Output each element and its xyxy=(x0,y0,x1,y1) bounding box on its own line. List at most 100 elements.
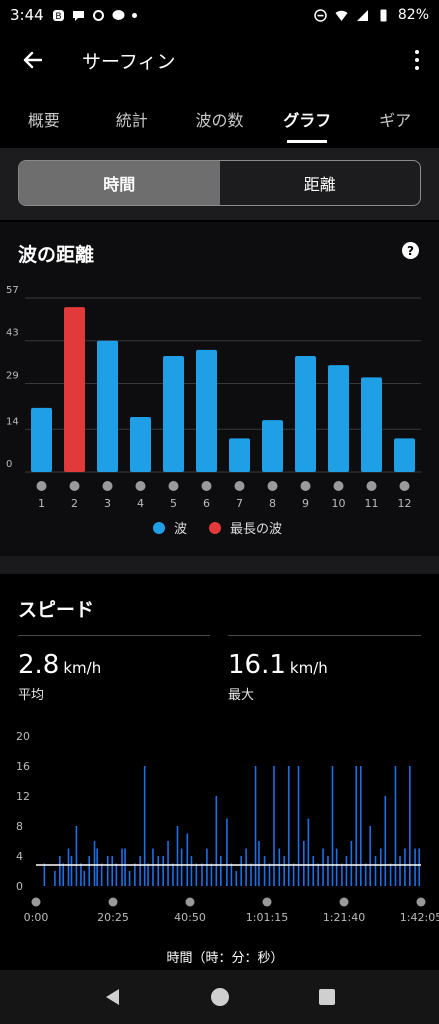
speed-bar xyxy=(303,841,305,886)
wave-distance-chart: 014294357 1 2 3 4 5 6 7 8 9 10 11 12 波 最長の波 xyxy=(6,285,421,537)
wifi-icon xyxy=(335,10,348,21)
status-bar: 3:44 B 82% xyxy=(0,0,439,30)
speed-title: スピード xyxy=(18,599,95,621)
speed-bar xyxy=(287,766,290,886)
x-tick-dot xyxy=(234,481,245,491)
x-tick-dot xyxy=(366,481,377,491)
wave-bar[interactable] xyxy=(361,377,382,472)
wave-bar[interactable] xyxy=(196,349,217,472)
y-tick-label: 57 xyxy=(6,285,19,296)
x-tick-dot xyxy=(36,481,47,491)
x-tick-label: 1:01:15 xyxy=(246,911,288,924)
speed-bar xyxy=(322,848,324,886)
tab-gear[interactable]: ギア xyxy=(351,95,439,143)
speed-bar xyxy=(273,766,275,886)
x-tick-dot xyxy=(333,481,344,491)
wave-bar[interactable] xyxy=(64,307,85,472)
speed-bar xyxy=(215,796,218,886)
x-tick-dot xyxy=(201,481,212,491)
wave-bar[interactable] xyxy=(328,365,349,472)
y-tick-label: 20 xyxy=(16,730,30,743)
x-tick-label: 9 xyxy=(302,497,309,510)
speed-bar xyxy=(394,766,397,886)
x-tick-dot xyxy=(31,897,41,907)
nav-home-icon[interactable] xyxy=(209,986,231,1008)
dot-icon xyxy=(415,50,419,54)
tab-stats[interactable]: 統計 xyxy=(88,95,176,143)
back-button[interactable] xyxy=(0,30,64,90)
y-tick-label: 8 xyxy=(16,820,23,833)
speed-chart: 0 4 8 12 16 20 0:00 20:25 40:50 1:01:15 1:21:40 1:… xyxy=(16,730,439,965)
speed-bar xyxy=(245,848,247,886)
help-icon[interactable]: ? xyxy=(402,242,419,259)
speed-bar xyxy=(350,841,353,886)
speed-bar xyxy=(369,826,372,886)
speed-bar xyxy=(67,848,70,886)
segment-time[interactable]: 時間 xyxy=(19,161,220,205)
x-tick-label: 0:00 xyxy=(24,911,49,924)
speed-bar xyxy=(278,848,281,886)
x-tick-label: 10 xyxy=(332,497,346,510)
wave-distance-title: 波の距離 xyxy=(18,244,95,266)
speed-bar xyxy=(384,796,387,886)
nav-back-icon[interactable] xyxy=(103,987,123,1007)
speed-bar xyxy=(201,863,203,886)
speed-bar xyxy=(312,856,315,886)
x-tick-label: 40:50 xyxy=(174,911,206,924)
x-tick-label: 7 xyxy=(236,497,243,510)
tab-graph[interactable]: グラフ xyxy=(263,95,351,143)
x-tick-label: 11 xyxy=(365,497,379,510)
x-tick-label: 6 xyxy=(203,497,210,510)
legend-wave-swatch xyxy=(153,522,165,534)
svg-text:B: B xyxy=(55,12,61,22)
x-tick-dot xyxy=(399,481,410,491)
y-tick-label: 29 xyxy=(6,370,19,381)
speed-bar xyxy=(162,856,164,886)
speed-bar xyxy=(210,863,213,886)
speed-bar xyxy=(355,766,358,886)
wave-bar[interactable] xyxy=(31,407,52,472)
speed-bar xyxy=(235,871,238,886)
wave-bar[interactable] xyxy=(394,438,415,472)
speed-bar xyxy=(180,848,183,886)
wave-bar[interactable] xyxy=(163,356,184,472)
speed-bar xyxy=(134,863,136,886)
wave-bar[interactable] xyxy=(295,356,316,472)
speed-bar xyxy=(115,863,118,886)
speed-bar xyxy=(226,818,228,886)
more-notifications-icon xyxy=(131,12,137,18)
wave-bar[interactable] xyxy=(130,417,151,472)
avg-speed-number: 2.8 xyxy=(18,650,60,680)
more-options-button[interactable] xyxy=(395,30,439,90)
dot-icon xyxy=(415,58,419,62)
battery-percent: 82% xyxy=(397,7,429,23)
arrow-left-icon xyxy=(23,51,42,69)
page-title: サーフィン xyxy=(82,50,176,73)
speed-bar xyxy=(283,856,286,886)
tab-wave-count[interactable]: 波の数 xyxy=(176,95,264,143)
x-tick-label: 12 xyxy=(398,497,412,510)
speed-bar xyxy=(399,856,401,886)
speed-bar xyxy=(83,871,86,886)
speed-bar xyxy=(190,856,193,886)
speed-bar xyxy=(345,856,348,886)
battery-icon xyxy=(380,9,387,21)
segment-distance[interactable]: 距離 xyxy=(220,161,421,205)
speed-bar xyxy=(62,863,65,886)
speed-bar xyxy=(307,818,310,886)
wave-bar[interactable] xyxy=(97,340,118,472)
speed-bar xyxy=(374,856,377,886)
speed-bar xyxy=(263,856,266,886)
x-tick-dot xyxy=(69,481,80,491)
sync-icon xyxy=(92,9,104,21)
wave-bar[interactable] xyxy=(262,420,283,472)
tab-overview[interactable]: 概要 xyxy=(0,95,88,143)
speed-bar xyxy=(70,856,73,886)
nav-recents-icon[interactable] xyxy=(318,988,336,1006)
x-tick-dot xyxy=(262,897,272,907)
wave-bar[interactable] xyxy=(229,438,250,472)
divider xyxy=(18,635,210,636)
x-tick-label: 1 xyxy=(38,497,45,510)
speed-bar xyxy=(230,863,233,886)
speed-bar xyxy=(80,863,82,886)
